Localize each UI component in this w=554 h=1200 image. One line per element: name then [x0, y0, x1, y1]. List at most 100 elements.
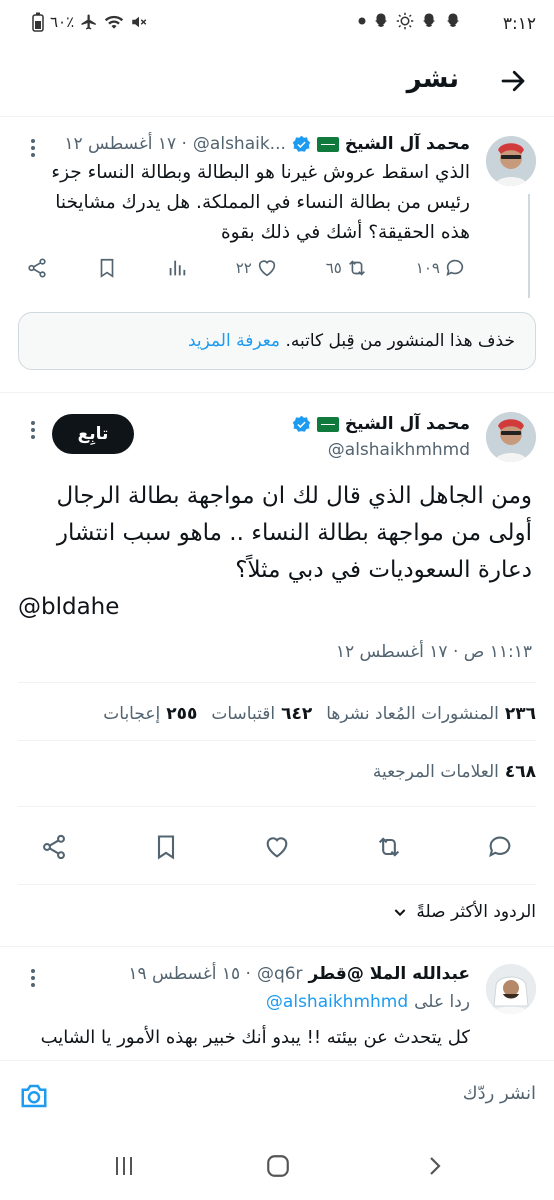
bookmarks-stat[interactable]: ٤٦٨العلامات المرجعية [373, 762, 536, 782]
quotes-label: اقتباسات [211, 704, 276, 724]
reply-icon [446, 259, 464, 276]
deleted-post-notice: خذف هذا المنشور من قِبل كاتبه. معرفة الم… [18, 312, 536, 370]
dot-icon [358, 17, 366, 25]
heart-icon[interactable] [263, 833, 291, 861]
bookmarks-label: العلامات المرجعية [372, 762, 499, 782]
retweet-action[interactable]: ٦٥ [326, 257, 368, 279]
main-tweet-text: ومن الجاهل الذي قال لك ان مواجهة بطالة ا… [56, 483, 532, 583]
learn-more-link[interactable]: معرفة المزيد [188, 331, 280, 351]
parent-tweet-header: محمد آل الشيخ @alshaik... · ١٧ أغسطس ١٢ [64, 134, 470, 154]
main-tweet-header: محمد آل الشيخ [292, 414, 470, 434]
reply-composer: انشر ردّك [0, 1060, 554, 1130]
back-arrow-icon[interactable] [498, 66, 528, 96]
chevron-down-icon [394, 909, 406, 917]
reply-action[interactable]: ١٠٩ [416, 257, 466, 279]
page-title: نشر [406, 64, 459, 94]
tweet-date: · ١٥ أغسطس ١٩ [128, 964, 251, 984]
mention-text[interactable]: @bldahe [18, 594, 119, 620]
bookmark-icon[interactable] [96, 257, 118, 279]
snapchat-icon [375, 13, 387, 27]
avatar[interactable] [486, 964, 536, 1014]
camera-icon[interactable] [18, 1081, 50, 1111]
more-options-icon[interactable] [26, 420, 40, 440]
avatar[interactable] [486, 412, 536, 462]
recent-apps-icon[interactable] [112, 1154, 136, 1178]
share-icon[interactable] [26, 257, 48, 279]
author-name[interactable]: محمد آل الشيخ [345, 414, 470, 434]
retweet-icon[interactable] [375, 833, 403, 861]
status-time: ٣:١٢ [502, 14, 536, 34]
like-count: ٢٢ [235, 259, 252, 277]
replies-sort-dropdown[interactable]: الردود الأكثر صلةً [392, 902, 536, 922]
author-name[interactable]: محمد آل الشيخ [345, 134, 470, 154]
replies-sort-label: الردود الأكثر صلةً [416, 902, 536, 922]
parent-tweet-text: الذي اسقط عروش غيرنا هو البطالة وبطالة ا… [51, 162, 470, 243]
thread-line [528, 194, 530, 298]
airplane-icon [81, 14, 96, 30]
reply-count: ١٠٩ [415, 259, 440, 277]
reply-to-handle[interactable]: @alshaikhmhmd [266, 992, 408, 1012]
system-nav-bar [0, 1130, 554, 1200]
section-divider [0, 946, 554, 947]
verified-badge-icon [292, 415, 311, 432]
reply-input[interactable]: انشر ردّك [463, 1083, 536, 1104]
reply-context: ردا على @alshaikhmhmd [266, 992, 470, 1012]
deleted-notice-text: خذف هذا المنشور من قِبل كاتبه. [285, 331, 515, 351]
reply-to-label: ردا على [414, 992, 470, 1012]
brightness-icon [396, 12, 414, 30]
main-action-bar [40, 832, 514, 862]
heart-icon [258, 260, 276, 277]
more-options-icon[interactable] [26, 968, 40, 988]
section-divider [0, 392, 554, 393]
snapchat-icon [423, 13, 435, 27]
retweet-icon [348, 260, 365, 276]
battery-icon [32, 12, 44, 32]
engagement-stats: ٢٣٦المنشورات المُعاد نشرها ٦٤٢اقتباسات ٢… [103, 704, 536, 724]
tweet-date: · ١٧ أغسطس ١٢ [64, 134, 187, 154]
header-divider [0, 116, 554, 117]
mute-icon [132, 16, 147, 28]
author-handle: @alshaikhmhmd [327, 440, 470, 460]
top-header: نشر [0, 48, 554, 114]
author-name[interactable]: عبدالله الملا @قطر [309, 964, 470, 984]
stats-divider [18, 806, 536, 807]
quotes-stat[interactable]: ٦٤٢اقتباسات [211, 704, 312, 724]
saudi-flag-icon [316, 416, 339, 432]
status-right-icons [358, 12, 462, 30]
battery-percentage: ٦٠٪ [50, 13, 75, 31]
stats-divider [18, 740, 536, 741]
author-handle: @q6r [256, 964, 303, 984]
follow-button[interactable]: تابِع [52, 414, 134, 454]
likes-count: ٢٥٥ [166, 704, 198, 724]
bookmark-icon[interactable] [152, 833, 180, 861]
verified-badge-icon [292, 135, 311, 152]
likes-label: إعجابات [103, 704, 161, 724]
reply-tweet-text: كل يتحدث عن بيئته !! يبدو أنك خبير بهذه … [40, 1027, 470, 1048]
reposts-count: ٢٣٦ [504, 704, 536, 724]
saudi-flag-icon [316, 136, 339, 152]
bookmark-stats: ٤٦٨العلامات المرجعية [373, 762, 536, 782]
quotes-count: ٦٤٢ [281, 704, 313, 724]
reposts-label: المنشورات المُعاد نشرها [326, 704, 499, 724]
reposts-stat[interactable]: ٢٣٦المنشورات المُعاد نشرها [326, 704, 536, 724]
bookmarks-count: ٤٦٨ [504, 762, 536, 782]
home-icon[interactable] [265, 1153, 291, 1179]
reply-tweet-header: عبدالله الملا @قطر @q6r · ١٥ أغسطس ١٩ [128, 964, 470, 984]
like-action[interactable]: ٢٢ [236, 257, 278, 279]
wifi-icon [105, 15, 124, 29]
stats-divider [18, 884, 536, 885]
author-handle: @alshaik... [192, 134, 286, 154]
status-bar: ٦٠٪ ٣:١٢ [0, 0, 554, 48]
share-icon[interactable] [40, 833, 68, 861]
stats-divider [18, 682, 536, 683]
views-icon[interactable] [166, 257, 188, 279]
likes-stat[interactable]: ٢٥٥إعجابات [103, 704, 197, 724]
more-options-icon[interactable] [26, 138, 40, 158]
snapchat-icon [447, 13, 459, 27]
status-left-icons: ٦٠٪ [32, 12, 148, 32]
back-icon[interactable] [422, 1154, 446, 1178]
reply-icon[interactable] [486, 833, 514, 861]
avatar[interactable] [486, 136, 536, 186]
parent-action-bar: ٢٢ ٦٥ ١٠٩ [26, 256, 466, 280]
retweet-count: ٦٥ [325, 259, 342, 277]
